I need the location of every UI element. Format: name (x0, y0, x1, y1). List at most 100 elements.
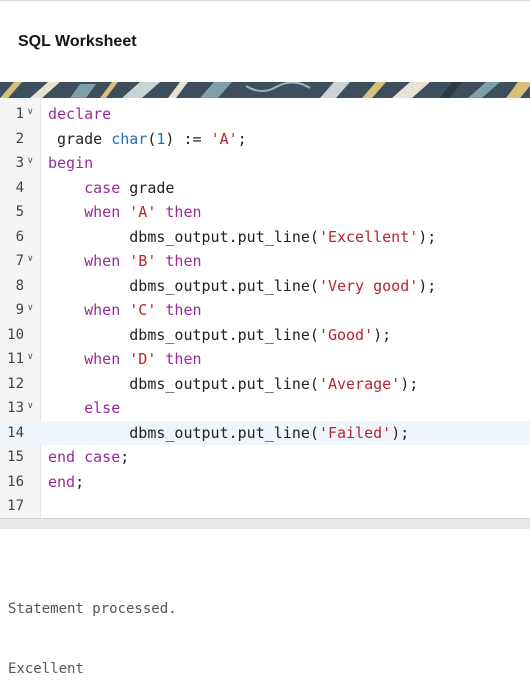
code-line[interactable]: 16 end; (0, 470, 530, 495)
fold-chevron-icon[interactable]: ∨ (27, 352, 34, 362)
line-number: 12 (7, 375, 24, 392)
code-token: end (48, 472, 76, 491)
code-token: ); (373, 325, 392, 344)
code-token: grade (48, 129, 112, 148)
line-number: 4 (15, 179, 24, 196)
code-line[interactable]: 11 ∨ when 'D' then (0, 347, 530, 372)
line-number: 8 (15, 277, 24, 294)
code-line[interactable]: 4 case grade (0, 176, 530, 201)
code-line[interactable]: 2 grade char(1) := 'A'; (0, 127, 530, 152)
line-number: 3 (15, 155, 24, 171)
code-text: when 'D' then (48, 347, 202, 372)
line-number: 1 (15, 106, 24, 122)
code-token: dbms_output.put_line( (48, 227, 319, 246)
line-number: 11 (7, 351, 24, 367)
code-line[interactable]: 10 dbms_output.put_line('Good'); (0, 323, 530, 348)
code-token: ); (418, 227, 437, 246)
code-editor[interactable]: 1 ∨ declare 2 grade char(1) := 'A'; 3 ∨ begin 4… (0, 98, 530, 518)
code-line[interactable]: 14 dbms_output.put_line('Failed'); (0, 420, 530, 446)
line-number: 6 (15, 228, 24, 245)
code-token: ) := (165, 129, 211, 148)
code-token: dbms_output.put_line( (48, 374, 319, 393)
code-token: then (165, 252, 202, 270)
code-text: end; (48, 470, 84, 495)
code-line[interactable]: 12 dbms_output.put_line('Average'); (0, 372, 530, 397)
code-token: ); (391, 423, 410, 442)
code-token: ; (237, 129, 247, 148)
code-token: dbms_output.put_line( (48, 325, 319, 344)
code-text: end case; (48, 445, 129, 470)
code-token: 'Average' (318, 374, 401, 393)
code-token: ; (75, 472, 85, 491)
code-line[interactable]: 13 ∨ else (0, 396, 530, 421)
banner-pattern (0, 82, 530, 98)
fold-chevron-icon[interactable]: ∨ (27, 254, 34, 264)
code-line[interactable]: 9 ∨ when 'C' then (0, 298, 530, 323)
code-token: 'C' (129, 301, 157, 319)
fold-chevron-icon[interactable]: ∨ (27, 303, 34, 313)
code-token: then (165, 301, 202, 319)
code-line[interactable]: 6 dbms_output.put_line('Excellent'); (0, 225, 530, 250)
fold-chevron-icon[interactable]: ∨ (27, 401, 34, 411)
code-line[interactable]: 15 end case; (0, 445, 530, 470)
line-number: 5 (15, 204, 24, 220)
code-token: 'A' (210, 129, 238, 148)
code-text: dbms_output.put_line('Average'); (48, 372, 418, 397)
code-token: dbms_output.put_line( (48, 276, 319, 295)
line-number: 7 (15, 253, 24, 269)
line-number: 13 (7, 400, 24, 416)
code-token: 'D' (129, 350, 157, 368)
code-token: declare (48, 105, 112, 123)
code-text: when 'B' then (48, 249, 202, 274)
code-token: when (84, 350, 121, 368)
code-line[interactable]: 5 when 'A' then (0, 200, 530, 225)
code-line[interactable]: 17 (0, 494, 530, 519)
code-token: ); (400, 374, 419, 393)
line-number: 9 (15, 302, 24, 318)
line-number: 15 (7, 449, 24, 465)
code-line[interactable]: 3 ∨ begin (0, 151, 530, 176)
line-number: 16 (7, 473, 24, 490)
code-token: else (84, 399, 121, 417)
code-text: grade char(1) := 'A'; (48, 127, 247, 152)
code-text: dbms_output.put_line('Very good'); (48, 274, 436, 299)
code-token: then (165, 350, 202, 368)
code-text: when 'A' then (48, 200, 202, 225)
code-text: else (48, 396, 120, 421)
page-title: SQL Worksheet (18, 33, 137, 50)
output-line: Statement processed. (8, 601, 177, 617)
code-line[interactable]: 8 dbms_output.put_line('Very good'); (0, 274, 530, 299)
code-token: when (84, 252, 121, 270)
code-text: dbms_output.put_line('Good'); (48, 323, 391, 348)
code-text: dbms_output.put_line('Excellent'); (48, 225, 436, 250)
code-token: then (165, 203, 202, 221)
output-line: Excellent (8, 661, 84, 677)
code-token: char (111, 129, 148, 148)
line-number: 14 (7, 424, 24, 441)
code-line[interactable]: 1 ∨ declare (0, 102, 530, 127)
code-token: 'Excellent' (318, 227, 419, 246)
code-text: dbms_output.put_line('Failed'); (48, 421, 409, 446)
line-number: 17 (7, 498, 24, 514)
code-token: ); (418, 276, 437, 295)
decorative-banner (0, 82, 530, 98)
top-border (0, 0, 530, 1)
code-line[interactable]: 7 ∨ when 'B' then (0, 249, 530, 274)
fold-chevron-icon[interactable]: ∨ (27, 107, 34, 117)
code-token: 'A' (129, 203, 157, 221)
line-number: 2 (15, 130, 24, 147)
code-token: end case (48, 448, 121, 466)
fold-chevron-icon[interactable]: ∨ (27, 156, 34, 166)
code-token: 'Failed' (318, 423, 392, 442)
horizontal-scrollbar[interactable] (0, 518, 530, 529)
code-token: when (84, 203, 121, 221)
code-text: declare (48, 102, 111, 127)
